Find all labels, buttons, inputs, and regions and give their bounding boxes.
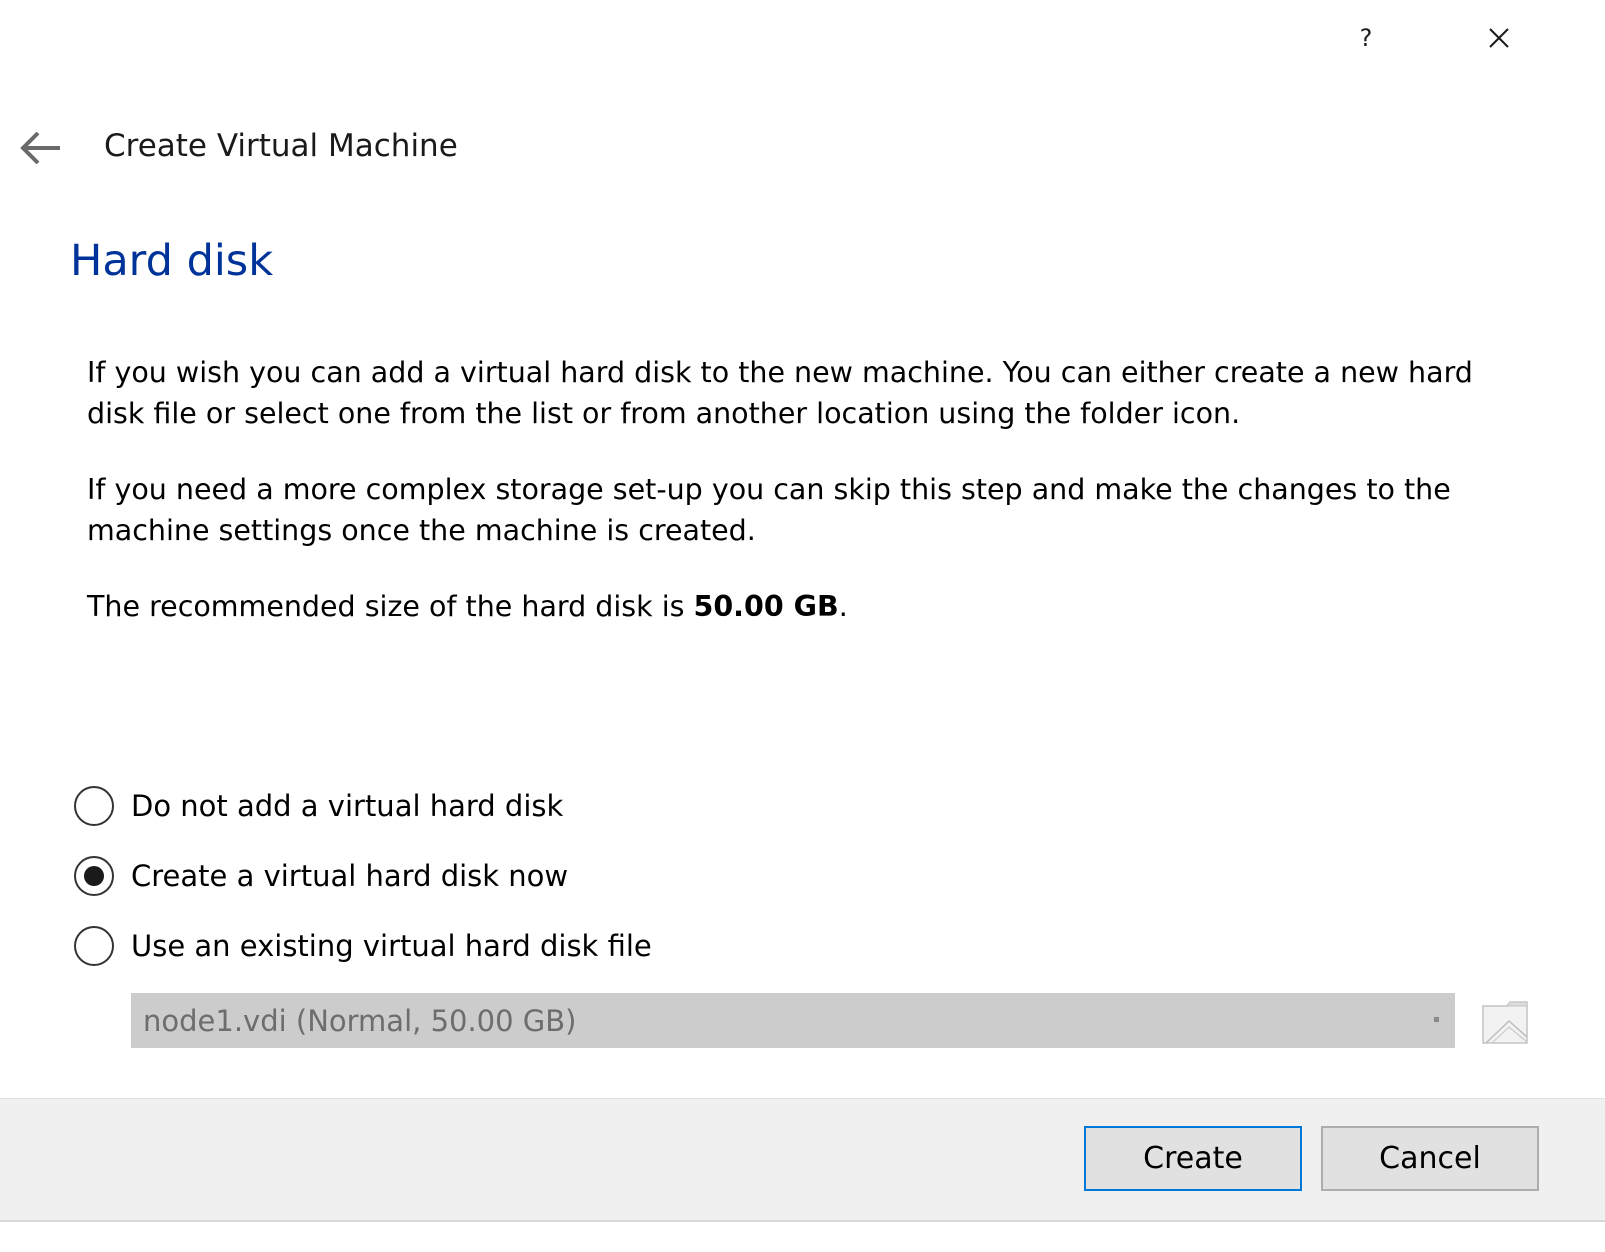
create-button[interactable]: Create (1084, 1126, 1302, 1191)
chevron-down-icon (1434, 1017, 1439, 1022)
page-heading: Hard disk (70, 236, 274, 286)
existing-disk-select[interactable]: node1.vdi (Normal, 50.00 GB) (131, 993, 1455, 1048)
choose-disk-file-button[interactable] (1480, 996, 1530, 1046)
radio-label: Create a virtual hard disk now (131, 859, 569, 893)
close-button[interactable] (1473, 12, 1525, 64)
radio-create-disk[interactable]: Create a virtual hard disk now (74, 854, 568, 898)
folder-icon (1482, 1001, 1528, 1044)
radio-existing-disk[interactable]: Use an existing virtual hard disk file (74, 924, 652, 968)
wizard-header: Create Virtual Machine (0, 118, 900, 178)
close-icon (1489, 28, 1509, 48)
description-paragraph-2: If you need a more complex storage set-u… (87, 473, 1451, 547)
help-icon: ? (1359, 24, 1373, 52)
arrow-left-icon (20, 131, 60, 165)
recommended-size-value: 50.00 GB (693, 590, 839, 623)
radio-label: Use an existing virtual hard disk file (131, 929, 652, 963)
help-button[interactable]: ? (1340, 12, 1392, 64)
create-vm-dialog: ? Create Virtual Machine Hard disk If yo… (0, 0, 1605, 1252)
cancel-button[interactable]: Cancel (1321, 1126, 1539, 1191)
radio-button[interactable] (74, 926, 114, 966)
radio-selected-dot (84, 866, 104, 886)
radio-no-disk[interactable]: Do not add a virtual hard disk (74, 784, 563, 828)
wizard-title: Create Virtual Machine (104, 128, 458, 164)
existing-disk-value: node1.vdi (Normal, 50.00 GB) (143, 1003, 577, 1038)
bottom-divider (0, 1220, 1605, 1222)
radio-button[interactable] (74, 786, 114, 826)
radio-button[interactable] (74, 856, 114, 896)
back-button[interactable] (12, 122, 68, 174)
radio-label: Do not add a virtual hard disk (131, 789, 564, 823)
recommended-size-text: The recommended size of the hard disk is… (87, 586, 1527, 627)
recommended-size-suffix: . (838, 590, 848, 623)
recommended-size-prefix: The recommended size of the hard disk is (87, 590, 694, 623)
description-paragraph-1: If you wish you can add a virtual hard d… (87, 356, 1473, 430)
